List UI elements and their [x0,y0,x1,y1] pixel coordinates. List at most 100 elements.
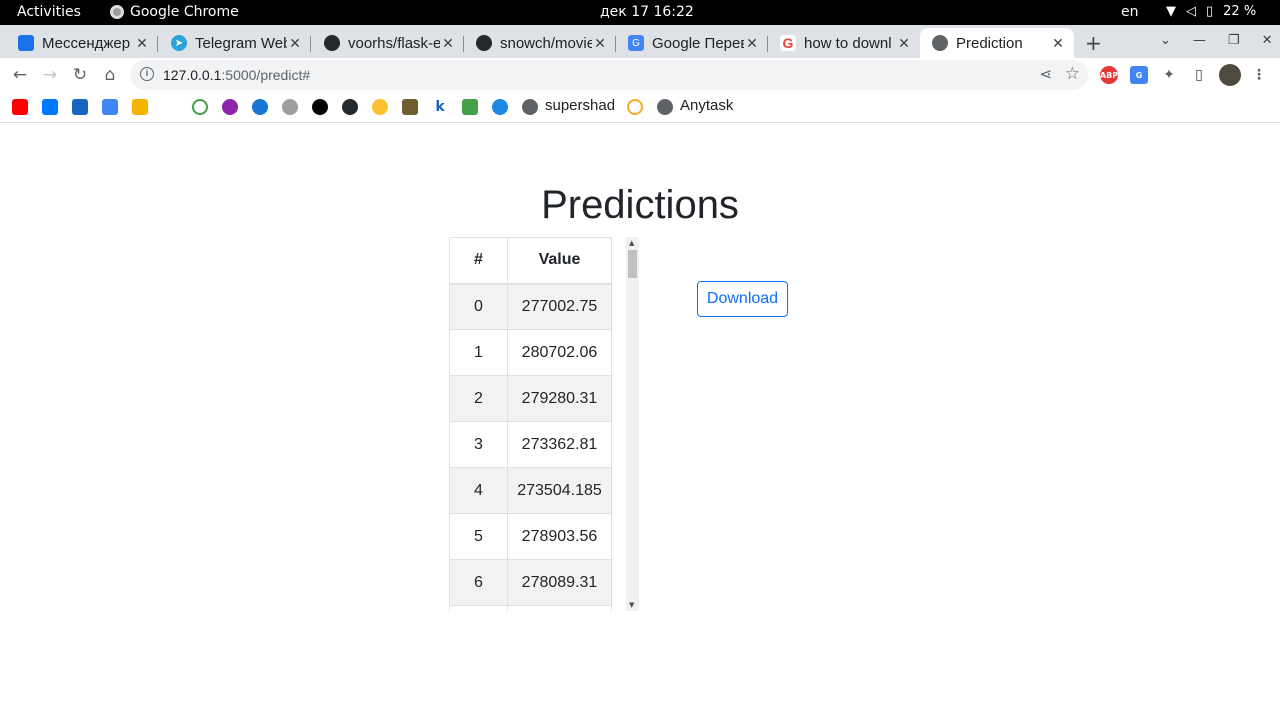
row-value: 277002.75 [507,283,612,330]
bookmark-flame-icon[interactable] [627,99,643,115]
globe-icon[interactable] [282,99,298,115]
battery-icon: ▯ [1206,4,1214,19]
tab-google-search[interactable]: G how to downl ✕ [762,28,920,58]
tab-title: Prediction [956,34,1023,52]
column-header-index: # [449,237,508,285]
url-path: :5000/predict# [221,67,311,83]
bookmark-supershad[interactable]: supershad [545,97,615,114]
vk-icon[interactable] [42,99,58,115]
tab-google-translate[interactable]: G Google Перев ✕ [610,28,768,58]
close-window-icon[interactable]: ✕ [1262,33,1273,48]
bookmark-target-icon[interactable] [372,99,388,115]
row-value: 273362.81 [507,421,612,468]
site-info-icon[interactable]: i [140,67,154,81]
close-icon[interactable]: ✕ [592,35,608,52]
browser-toolbar: ← → ↻ ⌂ i 127.0.0.1:5000/predict# ⋖ ☆ AB… [0,58,1280,91]
app-menu[interactable]: Google Chrome [110,4,239,20]
kontur-icon[interactable]: k [432,99,448,115]
close-icon[interactable]: ✕ [896,35,912,52]
calendar-icon[interactable] [462,99,478,115]
clock[interactable]: дек 17 16:22 [600,4,694,20]
bookmark-image-icon[interactable] [402,99,418,115]
row-index: 1 [449,329,508,376]
row-value: 278089.31 [507,559,612,606]
globe-icon[interactable] [522,99,538,115]
back-icon[interactable]: ← [9,64,31,86]
row-value: 273504.185 [507,467,612,514]
bookmark-wave-icon[interactable] [252,99,268,115]
table-row: 3 273362.81 [449,421,612,468]
close-icon[interactable]: ✕ [744,35,760,52]
activities-button[interactable]: Activities [17,4,81,20]
google-translate-icon: G [628,35,644,51]
tab-github-movie[interactable]: snowch/movie ✕ [458,28,616,58]
classroom-icon[interactable] [132,99,148,115]
scrollbar-thumb[interactable] [628,250,637,278]
os-top-bar: Activities Google Chrome дек 17 16:22 en… [0,0,1280,25]
mail-icon[interactable] [72,99,88,115]
scroll-down-arrow-icon[interactable]: ▼ [629,601,634,609]
row-value: 279280.31 [507,375,612,422]
telegram-icon: ➤ [171,35,187,51]
close-icon[interactable]: ✕ [1050,35,1066,52]
restore-icon[interactable]: ❐ [1228,33,1240,48]
github-icon [324,35,340,51]
bookmarks-bar: k supershad Anytask [0,91,1280,123]
messenger-icon [18,35,34,51]
keyboard-layout[interactable]: en [1121,4,1139,20]
row-index: 7 [449,605,508,611]
tab-title: how to downl [804,34,892,52]
extensions-icon[interactable]: ✦ [1160,66,1178,84]
tab-title: voorhs/flask-e [348,34,440,52]
table-scrollbar[interactable]: ▲ ▼ [626,237,639,611]
adblock-icon[interactable]: ABP [1100,66,1118,84]
page-title: Predictions [541,183,739,227]
download-button[interactable]: Download [697,281,788,317]
new-tab-button[interactable]: + [1085,31,1102,55]
bookmark-c-icon[interactable] [492,99,508,115]
github-icon[interactable] [342,99,358,115]
close-icon[interactable]: ✕ [287,35,303,52]
bookmark-anytask[interactable]: Anytask [680,97,733,114]
youtube-icon[interactable] [12,99,28,115]
tab-telegram[interactable]: ➤ Telegram Web ✕ [153,28,311,58]
minimize-icon[interactable]: — [1193,33,1206,48]
window-controls: ⌄ — ❐ ✕ [1160,33,1272,48]
tab-title: Мессенджер [42,34,131,52]
wifi-icon: ▼ [1166,4,1176,19]
github-icon [476,35,492,51]
google-translate-icon[interactable]: G [1130,66,1148,84]
predictions-table-container[interactable]: # Value 0 277002.75 1 280702.06 2 279280… [449,237,639,611]
google-translate-icon[interactable] [102,99,118,115]
globe-icon[interactable] [657,99,673,115]
menu-icon[interactable]: ⋮ [1250,66,1268,84]
bookmark-app-icon[interactable] [222,99,238,115]
bookmark-circle-icon[interactable] [312,99,328,115]
tab-messenger[interactable]: Мессенджер ✕ [0,28,158,58]
avatar[interactable] [1219,64,1241,86]
sber-icon[interactable] [192,99,208,115]
home-icon[interactable]: ⌂ [99,64,121,86]
chrome-icon [110,5,124,19]
scroll-up-arrow-icon[interactable]: ▲ [629,239,634,247]
close-icon[interactable]: ✕ [134,35,150,52]
table-row: 6 278089.31 [449,559,612,606]
table-row: 4 273504.185 [449,467,612,514]
reload-icon[interactable]: ↻ [69,64,91,86]
table-row: 2 279280.31 [449,375,612,422]
forward-icon[interactable]: → [39,64,61,86]
table-row: 5 278903.56 [449,513,612,560]
row-index: 5 [449,513,508,560]
bookmark-star-icon[interactable]: ☆ [1065,64,1080,84]
tab-search-icon[interactable]: ⌄ [1160,33,1171,48]
share-icon[interactable]: ⋖ [1039,65,1052,83]
tab-prediction[interactable]: Prediction ✕ [920,28,1074,58]
app-name: Google Chrome [130,4,239,20]
url-text[interactable]: 127.0.0.1:5000/predict# [163,67,310,83]
system-tray[interactable]: ▼ ◁ ▯ 22 % [1166,4,1256,19]
table-row: 0 277002.75 [449,283,612,330]
side-panel-icon[interactable]: ▯ [1190,66,1208,84]
tab-github-flask[interactable]: voorhs/flask-e ✕ [306,28,464,58]
close-icon[interactable]: ✕ [440,35,456,52]
address-bar[interactable]: i 127.0.0.1:5000/predict# ⋖ ☆ [130,60,1088,90]
